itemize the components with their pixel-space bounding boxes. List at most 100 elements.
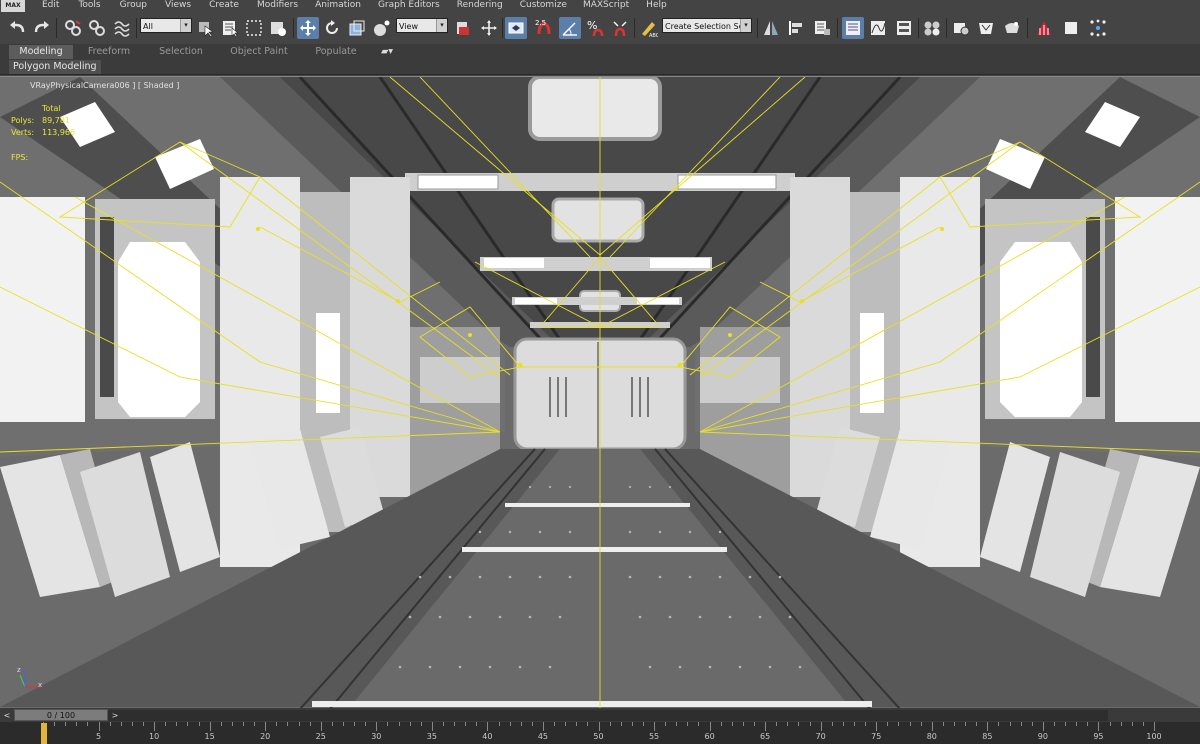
menu-create[interactable]: Create	[209, 0, 239, 11]
timeline-tick	[909, 722, 911, 726]
tab-object-paint[interactable]: Object Paint	[228, 45, 290, 59]
timeline-tick	[387, 722, 389, 726]
timeline-tick-label: 75	[871, 732, 882, 741]
ribbon-options-icon[interactable]: ▰▾	[376, 45, 398, 59]
timeline-tick	[1087, 722, 1089, 726]
timeline-tick-label: 65	[760, 732, 771, 741]
tab-populate[interactable]: Populate	[310, 45, 362, 59]
select-and-place-icon[interactable]	[371, 17, 393, 39]
layer-manager-icon[interactable]	[811, 17, 833, 39]
timeline-tick	[542, 722, 544, 731]
render-setup-icon[interactable]	[950, 17, 972, 39]
timeline-tick-label: 45	[537, 732, 549, 741]
rectangular-selection-icon[interactable]	[243, 17, 265, 39]
timeline-ruler[interactable]: 0510152025303540455055606570758085909510…	[0, 722, 1200, 744]
timeline-tick-label: 50	[593, 732, 604, 741]
edit-named-selection-icon[interactable]: ABC	[637, 17, 659, 39]
schematic-view-icon[interactable]	[893, 17, 915, 39]
vray-toolbar-icon[interactable]	[1060, 17, 1082, 39]
timeline-tick	[209, 722, 211, 731]
use-pivot-center-icon[interactable]	[452, 17, 474, 39]
timeline-tick	[1076, 722, 1078, 726]
named-selection-dropdown[interactable]: Create Selection Se ▾	[662, 18, 752, 33]
timeline-tick	[465, 722, 467, 726]
curve-editor-icon[interactable]	[867, 17, 889, 39]
align-icon[interactable]	[785, 17, 807, 39]
tab-selection[interactable]: Selection	[155, 45, 207, 59]
manipulate-icon[interactable]	[478, 17, 500, 39]
tab-modeling[interactable]: Modeling	[9, 45, 73, 59]
polygon-modeling-panel[interactable]: Polygon Modeling	[9, 60, 101, 74]
menu-edit[interactable]: Edit	[42, 0, 59, 11]
menu-items: Edit Tools Group Views Create Modifiers …	[42, 0, 667, 11]
rendered-frame-window-icon[interactable]	[975, 17, 997, 39]
menu-tools[interactable]: Tools	[78, 0, 100, 11]
menu-maxscript[interactable]: MAXScript	[583, 0, 629, 11]
reference-coordinate-dropdown[interactable]: View ▾	[396, 18, 448, 33]
keyboard-shortcut-override-icon[interactable]	[505, 17, 527, 39]
menu-views[interactable]: Views	[165, 0, 191, 11]
bind-spacewarp-icon[interactable]	[111, 17, 133, 39]
window-crossing-icon[interactable]	[267, 17, 289, 39]
current-frame-marker[interactable]	[41, 723, 47, 744]
timeline-tick	[298, 722, 300, 726]
menu-graph-editors[interactable]: Graph Editors	[378, 0, 440, 11]
svg-text:ABC: ABC	[649, 33, 658, 38]
tab-freeform[interactable]: Freeform	[83, 45, 135, 59]
timeline-tick	[1142, 722, 1144, 726]
timeline-tick	[109, 722, 111, 726]
app-logo[interactable]: MAX	[1, 0, 25, 12]
angle-snap-icon[interactable]	[559, 17, 581, 39]
timeline-tick	[287, 722, 289, 726]
spinner-snap-icon[interactable]	[609, 17, 631, 39]
timeline-tick	[1054, 722, 1055, 726]
mirror-icon[interactable]	[760, 17, 782, 39]
stats-fps-label: FPS:	[11, 153, 29, 162]
ribbon-subpanel: Polygon Modeling	[0, 60, 1200, 75]
link-icon[interactable]	[62, 17, 84, 39]
time-slider-thumb[interactable]: 0 / 100	[14, 709, 108, 721]
select-and-move-icon[interactable]	[297, 17, 319, 39]
timeline-tick	[876, 722, 878, 731]
time-slider[interactable]: < 0 / 100 >	[0, 708, 1200, 722]
timeline-tick	[431, 722, 433, 731]
selection-filter-dropdown[interactable]: All ▾	[140, 18, 192, 33]
select-and-scale-icon[interactable]	[346, 17, 368, 39]
menu-group[interactable]: Group	[120, 0, 147, 11]
viewport-label[interactable]: VRayPhysicalCamera006 ] [ Shaded ]	[30, 81, 179, 90]
timeline-tick	[887, 722, 889, 726]
timeline-tick	[98, 722, 100, 731]
render-production-icon[interactable]	[1001, 17, 1023, 39]
menu-modifiers[interactable]: Modifiers	[257, 0, 298, 11]
undo-icon[interactable]	[6, 17, 28, 39]
stats-total-label: Total	[42, 104, 61, 113]
percent-snap-icon[interactable]: %	[584, 17, 606, 39]
time-next-button[interactable]: >	[110, 710, 120, 721]
timeline-tick	[409, 722, 411, 726]
timeline-tick	[242, 722, 244, 726]
timeline-tick	[231, 722, 233, 726]
menu-animation[interactable]: Animation	[315, 0, 361, 11]
viewport-camera[interactable]: z x VRayPhysicalCamera006 ] [ Shaded ] T…	[0, 76, 1200, 709]
time-slider-track[interactable]	[14, 710, 1108, 721]
unlink-icon[interactable]	[86, 17, 108, 39]
timeline-tick	[1009, 722, 1011, 726]
vray-lights-icon[interactable]	[1087, 17, 1109, 39]
redo-icon[interactable]	[31, 17, 53, 39]
material-editor-icon[interactable]	[921, 17, 943, 39]
timeline-tick	[842, 722, 844, 726]
timeline-tick-label: 30	[371, 732, 382, 741]
timeline-tick	[165, 722, 167, 726]
timeline-tick	[498, 722, 500, 726]
menu-rendering[interactable]: Rendering	[457, 0, 503, 11]
time-prev-button[interactable]: <	[2, 710, 12, 721]
toggle-scene-explorer-icon[interactable]	[842, 17, 864, 39]
menu-help[interactable]: Help	[646, 0, 667, 11]
select-by-name-icon[interactable]	[219, 17, 241, 39]
timeline-tick	[365, 722, 367, 726]
vray-frame-buffer-icon[interactable]	[1033, 17, 1055, 39]
select-and-rotate-icon[interactable]	[321, 17, 343, 39]
snaps-toggle-icon[interactable]: 2.5	[533, 17, 555, 39]
menu-customize[interactable]: Customize	[520, 0, 567, 11]
select-object-icon[interactable]	[195, 17, 217, 39]
